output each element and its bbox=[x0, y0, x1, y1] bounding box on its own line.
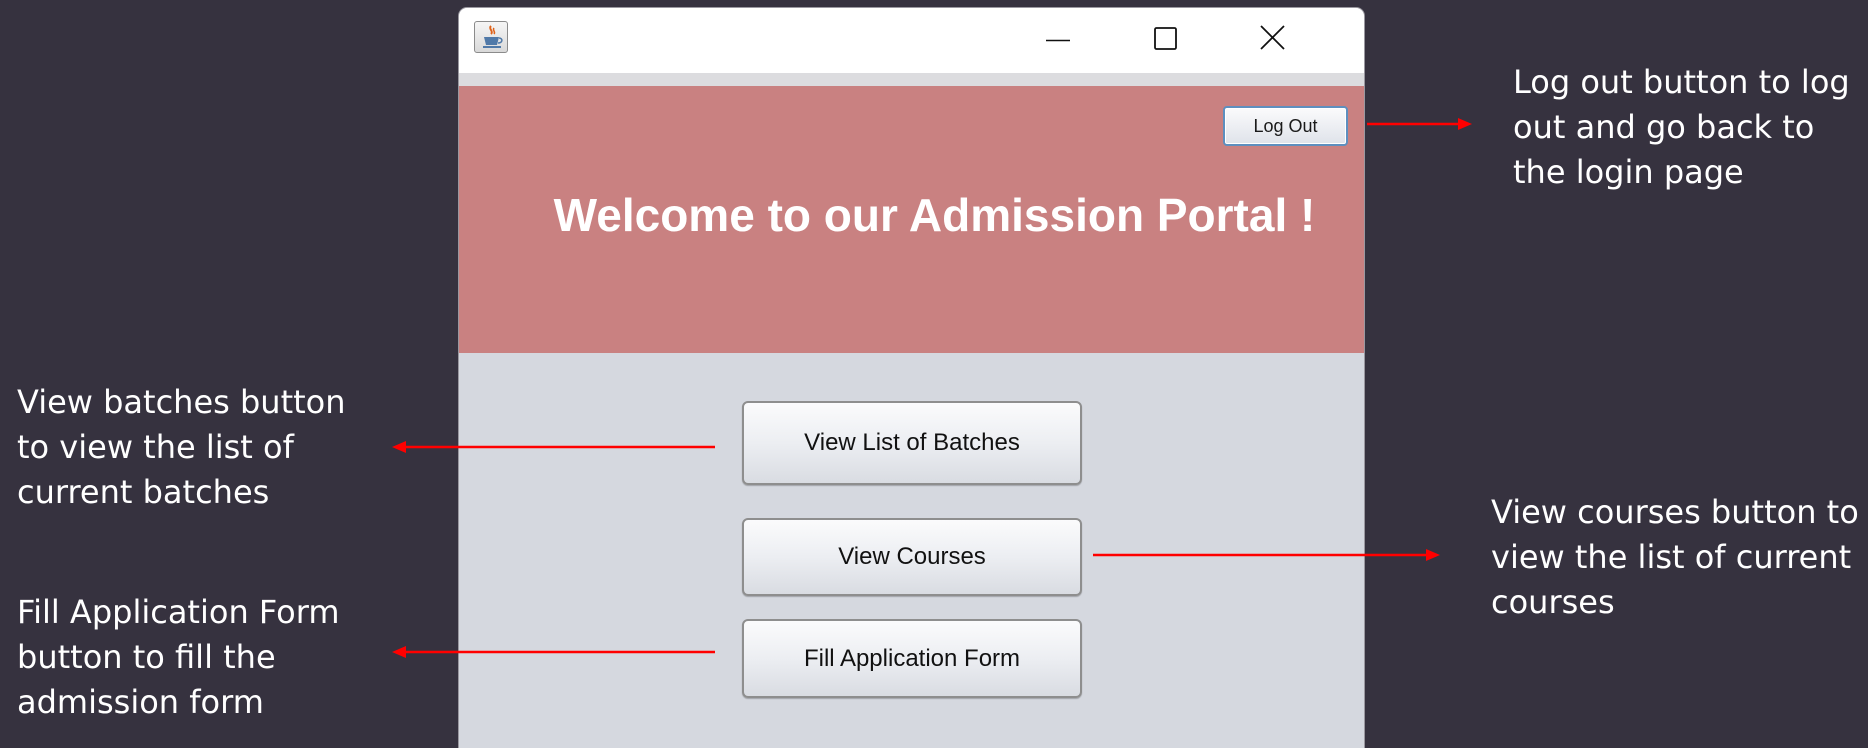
logout-arrow-head bbox=[1458, 118, 1472, 130]
annotation-fill-form: Fill Application Form button to fill the… bbox=[17, 593, 340, 721]
fill-form-arrow-head bbox=[392, 646, 406, 658]
annotation-batches: View batches button to view the list of … bbox=[17, 383, 346, 511]
annotation-logout: Log out button to log out and go back to… bbox=[1513, 63, 1850, 191]
annotation-courses: View courses button to view the list of … bbox=[1491, 493, 1859, 621]
courses-arrow-head bbox=[1426, 549, 1440, 561]
batches-arrow-head bbox=[392, 441, 406, 453]
